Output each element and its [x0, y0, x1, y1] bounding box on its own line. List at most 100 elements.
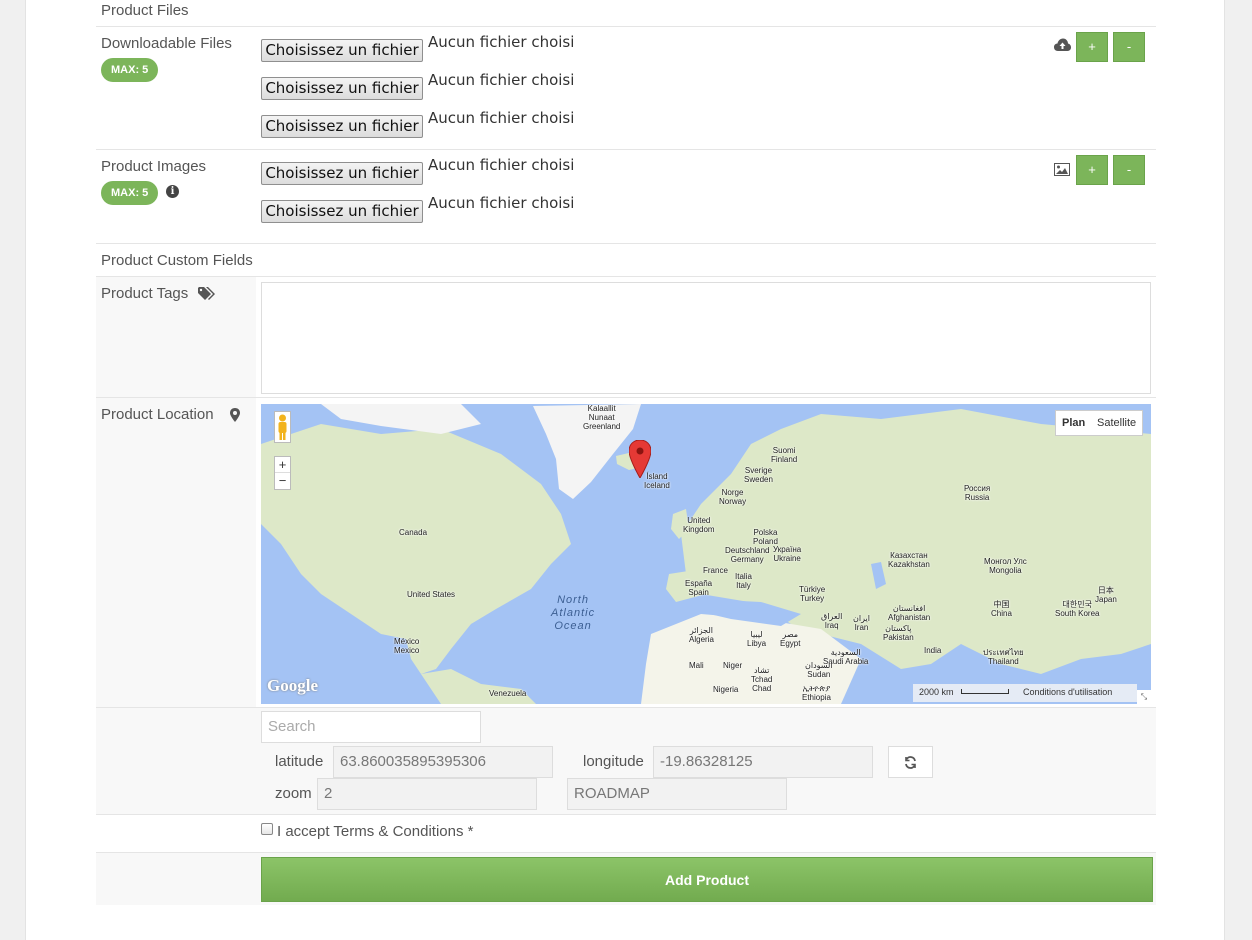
ocean-label: North Atlantic Ocean — [551, 594, 596, 632]
choose-file-button[interactable]: Choisissez un fichier — [261, 200, 423, 223]
section-title: Product Files — [101, 2, 189, 19]
map-place-label: Italia Italy — [735, 572, 752, 590]
map-place-label: Казахстан Kazakhstan — [888, 551, 930, 569]
map-marker-icon — [230, 408, 240, 422]
section-title: Product Custom Fields — [101, 252, 253, 269]
product-images-label: Product Images — [101, 158, 207, 175]
map-place-label: افغانستان Afghanistan — [888, 604, 931, 622]
page-container: Product Files Downloadable Files MAX: 5 … — [25, 0, 1225, 940]
pegman-icon — [278, 414, 287, 440]
map-place-label: Niger — [723, 661, 743, 670]
cloud-upload-icon — [1054, 38, 1071, 51]
map-footer: 2000 km Conditions d'utilisation — [913, 684, 1137, 702]
product-images-row: Product Images MAX: 5 i Choisissez un fi… — [96, 149, 1156, 234]
choose-file-button[interactable]: Choisissez un fichier — [261, 39, 423, 62]
max-badge: MAX: 5 — [101, 181, 159, 205]
map-place-label: الجزائر Algeria — [689, 626, 714, 644]
product-location-label: Product Location — [101, 406, 214, 423]
zoom-control[interactable]: + − — [274, 456, 291, 490]
scale-label: 2000 km — [919, 687, 954, 697]
map-place-label: Nigeria — [713, 685, 739, 694]
image-icon — [1054, 163, 1070, 176]
map-place-label: پاکستان Pakistan — [883, 624, 914, 642]
map-place-label: United States — [407, 590, 456, 599]
add-file-button[interactable]: + — [1076, 32, 1108, 62]
zoom-field[interactable]: 2 — [317, 778, 537, 810]
scale-bar — [961, 689, 1009, 694]
max-badge: MAX: 5 — [101, 58, 159, 82]
terms-label: I accept Terms & Conditions * — [277, 823, 474, 840]
latitude-label: latitude — [275, 753, 324, 770]
map-place-label: ليبيا Libya — [747, 630, 767, 648]
terms-of-use-link[interactable]: Conditions d'utilisation — [1023, 687, 1112, 697]
map-place-label: France — [703, 566, 728, 575]
info-icon[interactable]: i — [166, 185, 179, 198]
product-tags-row: Product Tags — [96, 276, 1156, 397]
longitude-field[interactable]: -19.86328125 — [653, 746, 873, 778]
map-place-label: تشاد Tchad Chad — [751, 666, 773, 693]
terms-checkbox[interactable] — [261, 823, 273, 835]
zoom-out-button[interactable]: − — [275, 473, 290, 489]
map-place-label: Kalaallit Nunaat Greenland — [583, 404, 621, 431]
map-place-label: México Mexico — [394, 637, 420, 655]
map-place-label: India — [924, 646, 942, 655]
map-place-label: Монгол Улс Mongolia — [984, 557, 1027, 575]
product-location-row: Product Location Kalaallit Nunaat Greenl… — [96, 397, 1156, 707]
map-type-satellite-button[interactable]: Satellite — [1091, 410, 1144, 436]
longitude-label: longitude — [583, 753, 644, 770]
search-placeholder: Search — [268, 718, 316, 735]
file-status: Aucun fichier choisi — [428, 194, 575, 212]
file-status: Aucun fichier choisi — [428, 156, 575, 174]
terms-row: I accept Terms & Conditions * — [96, 814, 1156, 852]
map-place-label: Venezuela — [489, 689, 527, 698]
file-status: Aucun fichier choisi — [428, 33, 575, 51]
file-status: Aucun fichier choisi — [428, 109, 575, 127]
submit-row: Add Product — [96, 852, 1156, 905]
location-marker-icon[interactable] — [629, 440, 651, 478]
map-place-label: Україна Ukraine — [773, 545, 802, 563]
map-type-plan-button[interactable]: Plan — [1055, 410, 1093, 436]
map-place-label: Deutschland Germany — [725, 546, 770, 564]
refresh-icon — [905, 756, 916, 769]
map-place-label: Canada — [399, 528, 428, 537]
map-place-label: 中国 China — [991, 600, 1012, 618]
product-tags-label: Product Tags — [101, 285, 189, 302]
map-place-label: Mali — [689, 661, 704, 670]
map-search-input[interactable]: Search — [261, 711, 481, 743]
map-place-label: United Kingdom — [683, 516, 715, 534]
zoom-in-button[interactable]: + — [275, 457, 290, 473]
tags-input[interactable] — [261, 282, 1151, 394]
map-place-label: España Spain — [685, 579, 713, 597]
map-place-label: العراق Iraq — [821, 612, 843, 630]
maptype-field[interactable]: ROADMAP — [567, 778, 787, 810]
latitude-field[interactable]: 63.860035895395306 — [333, 746, 553, 778]
map-place-label: Türkiye Turkey — [799, 585, 826, 603]
remove-image-button[interactable]: - — [1113, 155, 1145, 185]
map-place-label: Suomi Finland — [771, 446, 798, 464]
custom-fields-header: Product Custom Fields — [96, 243, 1156, 276]
tags-icon — [198, 287, 215, 300]
google-logo: Google — [267, 676, 318, 695]
refresh-button[interactable] — [888, 746, 933, 778]
add-image-button[interactable]: + — [1076, 155, 1108, 185]
zoom-label: zoom — [275, 785, 312, 802]
map-place-label: ኢትዮጵያ Ethiopia — [802, 684, 831, 702]
map-place-label: ประเทศไทย Thailand — [983, 648, 1024, 666]
street-view-pegman[interactable] — [274, 411, 291, 443]
map-expand-icon[interactable]: ⤡ — [1137, 690, 1151, 704]
choose-file-button[interactable]: Choisissez un fichier — [261, 77, 423, 100]
map-place-label: مصر Egypt — [780, 630, 801, 648]
map-place-label: Norge Norway — [719, 488, 747, 506]
map-place-label: السودان Sudan — [805, 661, 833, 679]
label-cell — [96, 398, 256, 707]
downloadable-files-row: Downloadable Files MAX: 5 Choisissez un … — [96, 26, 1156, 149]
remove-file-button[interactable]: - — [1113, 32, 1145, 62]
choose-file-button[interactable]: Choisissez un fichier — [261, 115, 423, 138]
map-place-label: Polska Poland — [753, 528, 778, 546]
map-place-label: 대한민국 South Korea — [1055, 600, 1100, 618]
map-canvas[interactable]: Kalaallit Nunaat Greenland Ísland Iceland Suo… — [261, 404, 1151, 704]
choose-file-button[interactable]: Choisissez un fichier — [261, 162, 423, 185]
map-place-label: ایران Iran — [853, 614, 870, 632]
add-product-button[interactable]: Add Product — [261, 857, 1153, 902]
file-status: Aucun fichier choisi — [428, 71, 575, 89]
